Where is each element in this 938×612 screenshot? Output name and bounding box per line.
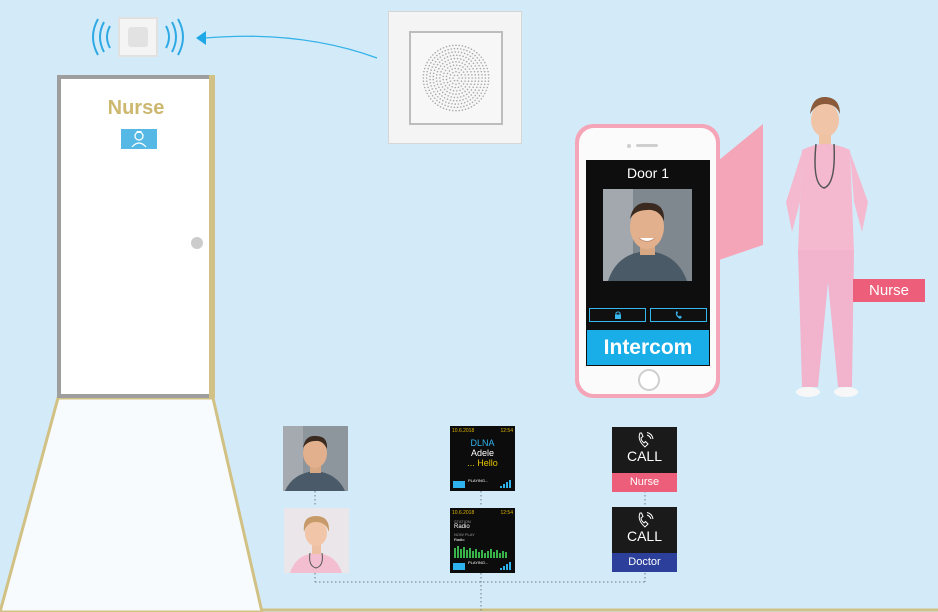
phone-icon xyxy=(675,311,682,319)
door-title: Door 1 xyxy=(626,165,670,181)
earpiece xyxy=(636,144,658,147)
track-label: ... Hello xyxy=(467,458,498,468)
status-bar: 10.6.2018 12:54 xyxy=(452,428,513,434)
signal-icon xyxy=(500,562,511,570)
phone-icon xyxy=(638,512,654,528)
call-label: CALL xyxy=(626,448,663,464)
call-target-nurse: Nurse xyxy=(612,473,677,492)
player-time: 12:54 xyxy=(500,428,513,434)
call-nurse-button[interactable]: CALL Nurse xyxy=(612,427,677,492)
nurse-figure xyxy=(786,96,868,397)
station-name: Radio xyxy=(454,524,470,530)
status-bar: 10.6.2018 12:54 xyxy=(452,510,513,516)
front-camera xyxy=(627,144,631,148)
media-player-radio[interactable]: 10.6.2018 12:54 STATION Radio NOW PLAY R… xyxy=(450,508,515,573)
now-playing-value: Radio xyxy=(454,537,465,542)
visitor-video xyxy=(603,189,692,281)
phone-icon xyxy=(638,432,654,448)
unlock-door-button[interactable] xyxy=(589,308,646,322)
signal-icon xyxy=(500,480,511,488)
intercom-banner: Intercom xyxy=(587,330,709,365)
playing-status: PLAYING... xyxy=(468,478,489,483)
playing-status: PLAYING... xyxy=(468,560,489,565)
battery-icon xyxy=(453,481,465,488)
player-time: 12:54 xyxy=(500,510,513,516)
call-target-doctor: Doctor xyxy=(612,553,677,572)
nurse-tag: Nurse xyxy=(853,279,925,302)
player-date: 10.6.2018 xyxy=(452,510,475,516)
source-label: DLNA xyxy=(470,438,495,448)
battery-icon xyxy=(453,563,465,570)
visitor-photo-tile xyxy=(283,426,348,491)
answer-call-button[interactable] xyxy=(650,308,707,322)
call-doctor-button[interactable]: CALL Doctor xyxy=(612,507,677,572)
home-button[interactable] xyxy=(638,369,660,391)
media-player-dlna[interactable]: 10.6.2018 12:54 DLNA Adele ... Hello PLA… xyxy=(450,426,515,491)
equalizer-icon xyxy=(454,546,507,558)
artist-label: Adele xyxy=(470,448,495,458)
lock-icon xyxy=(614,311,621,319)
player-date: 10.6.2018 xyxy=(452,428,475,434)
nurse-photo-tile xyxy=(284,508,349,573)
call-label: CALL xyxy=(626,528,663,544)
